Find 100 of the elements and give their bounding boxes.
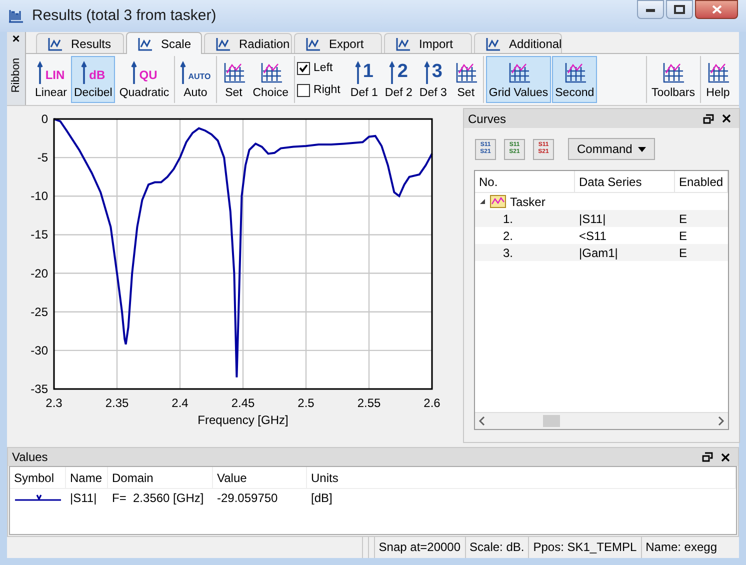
grid-chart-icon bbox=[506, 61, 530, 85]
tab[interactable]: Scale bbox=[126, 32, 202, 54]
close-icon[interactable] bbox=[722, 114, 732, 123]
expand-arrow-icon[interactable] bbox=[479, 198, 486, 205]
y-tick-label: -5 bbox=[37, 150, 48, 165]
y-tick-label: -30 bbox=[30, 343, 48, 358]
line-symbol-icon bbox=[15, 493, 61, 503]
minimize-icon bbox=[646, 8, 656, 12]
maximize-button[interactable] bbox=[666, 0, 693, 19]
panel-title: Values bbox=[12, 449, 48, 466]
status-text: Name: exegg bbox=[646, 539, 717, 556]
x-tick-label: 2.55 bbox=[357, 396, 381, 410]
axis-icon bbox=[37, 61, 46, 85]
toolbar-button[interactable]: dB Decibel bbox=[70, 56, 116, 103]
y-tick-label: -20 bbox=[30, 266, 48, 280]
chart-folder-icon bbox=[490, 195, 506, 208]
column-header[interactable]: Enabled bbox=[675, 171, 728, 192]
ribbon-label: Ribbon bbox=[8, 58, 23, 93]
table-cell-text: <S11 bbox=[578, 228, 608, 244]
tab[interactable]: Results bbox=[36, 33, 124, 53]
tree-item[interactable]: Tasker bbox=[510, 192, 546, 210]
table-cell-text: -29.059750 bbox=[216, 490, 279, 507]
close-button[interactable]: × bbox=[12, 32, 20, 46]
chart-icon bbox=[47, 36, 63, 50]
toolbar-button[interactable]: Second bbox=[552, 56, 598, 103]
tab[interactable]: Import bbox=[384, 33, 472, 53]
close-icon[interactable] bbox=[721, 452, 730, 462]
horizontal-scrollbar[interactable] bbox=[475, 412, 728, 429]
column-header[interactable]: Units bbox=[307, 467, 736, 488]
column-header[interactable]: No. bbox=[475, 171, 575, 192]
table-cell-text: F= 2.3560 [GHz] bbox=[111, 490, 205, 507]
table-cell-text: |S11| bbox=[578, 210, 607, 228]
x-tick-label: 2.35 bbox=[105, 396, 129, 410]
table-cell-text: |Gam1| bbox=[578, 244, 619, 262]
check-mark-icon bbox=[298, 64, 308, 74]
toolbar-button[interactable]: AUTO Auto bbox=[177, 56, 214, 103]
grid-chart-icon bbox=[258, 61, 283, 85]
tab[interactable]: Radiation bbox=[204, 33, 292, 53]
scrollbar-thumb[interactable] bbox=[543, 415, 560, 427]
toolbar-button[interactable]: Set bbox=[218, 56, 249, 103]
caret-icon bbox=[638, 146, 646, 152]
table-cell-text: 1. bbox=[502, 210, 514, 228]
checkbox[interactable]: Left bbox=[296, 60, 340, 78]
toolbar-button[interactable]: Toolbars bbox=[648, 56, 698, 103]
restore-icon[interactable] bbox=[702, 452, 713, 462]
close-icon bbox=[712, 5, 722, 14]
column-header[interactable]: Data Series bbox=[575, 171, 675, 192]
toolbar-button[interactable]: 3 Def 3 bbox=[416, 56, 450, 103]
grid-chart-icon bbox=[562, 61, 587, 85]
column-header[interactable]: Symbol bbox=[10, 467, 66, 488]
table-cell-text: E bbox=[678, 228, 688, 244]
toolbar-button[interactable]: 2 Def 2 bbox=[382, 56, 416, 103]
y-tick-label: -35 bbox=[30, 382, 48, 396]
chart-icon bbox=[485, 36, 501, 50]
app-icon bbox=[8, 8, 24, 24]
tab[interactable]: Additional bbox=[474, 33, 562, 53]
checkbox[interactable]: Right bbox=[296, 82, 340, 99]
chart-icon bbox=[395, 36, 411, 50]
table-cell-text: E bbox=[678, 244, 688, 262]
x-tick-label: 2.4 bbox=[172, 396, 188, 410]
y-tick-label: 0 bbox=[41, 112, 48, 126]
x-axis-title: Frequency [GHz] bbox=[198, 413, 288, 427]
toolbar-button[interactable]: 1 Def 1 bbox=[347, 56, 381, 103]
table-cell-text: |S11| bbox=[69, 490, 98, 507]
column-header[interactable]: Value bbox=[213, 467, 307, 488]
panel-title: Curves bbox=[468, 110, 506, 128]
restore-icon[interactable] bbox=[703, 114, 714, 124]
axis-icon bbox=[180, 61, 188, 85]
table-cell-text: [dB] bbox=[310, 490, 334, 507]
table-cell-text: 3. bbox=[502, 244, 514, 262]
grid-chart-icon bbox=[222, 61, 246, 85]
toolbar-button[interactable]: Help bbox=[703, 56, 733, 103]
status-text: Scale: dB. bbox=[470, 539, 524, 556]
chart-icon bbox=[137, 36, 153, 50]
axis-icon bbox=[354, 61, 363, 85]
maximize-icon bbox=[674, 5, 685, 14]
window-title: Results (total 3 from tasker) bbox=[32, 6, 216, 26]
x-tick-label: 2.6 bbox=[424, 396, 440, 410]
column-header[interactable]: Domain bbox=[108, 467, 213, 488]
toolbar-button[interactable]: Set bbox=[450, 56, 481, 103]
status-text: Ppos: SK1_TEMPL bbox=[533, 539, 637, 556]
tab[interactable]: Export bbox=[294, 33, 382, 53]
toolbar-button[interactable]: Choice bbox=[250, 56, 292, 103]
y-tick-label: -15 bbox=[30, 228, 48, 242]
y-tick-label: -10 bbox=[30, 189, 48, 204]
grid-chart-icon bbox=[661, 61, 686, 85]
command-dropdown[interactable]: Command bbox=[568, 138, 656, 160]
axis-icon bbox=[424, 61, 432, 85]
table-cell-text: E bbox=[678, 210, 688, 228]
toolbar-button[interactable]: LIN Linear bbox=[32, 56, 70, 103]
y-tick-label: -25 bbox=[30, 304, 48, 319]
column-header[interactable]: Name bbox=[66, 467, 108, 488]
chart-icon bbox=[215, 36, 231, 50]
minimize-button[interactable] bbox=[637, 0, 664, 19]
close-button[interactable] bbox=[695, 0, 738, 19]
axis-icon bbox=[81, 61, 90, 85]
axis-icon bbox=[131, 61, 140, 85]
toolbar-button[interactable]: Grid Values bbox=[486, 56, 552, 103]
toolbar-button[interactable]: QU Quadratic bbox=[116, 56, 172, 103]
table-cell-text: 2. bbox=[502, 228, 514, 244]
